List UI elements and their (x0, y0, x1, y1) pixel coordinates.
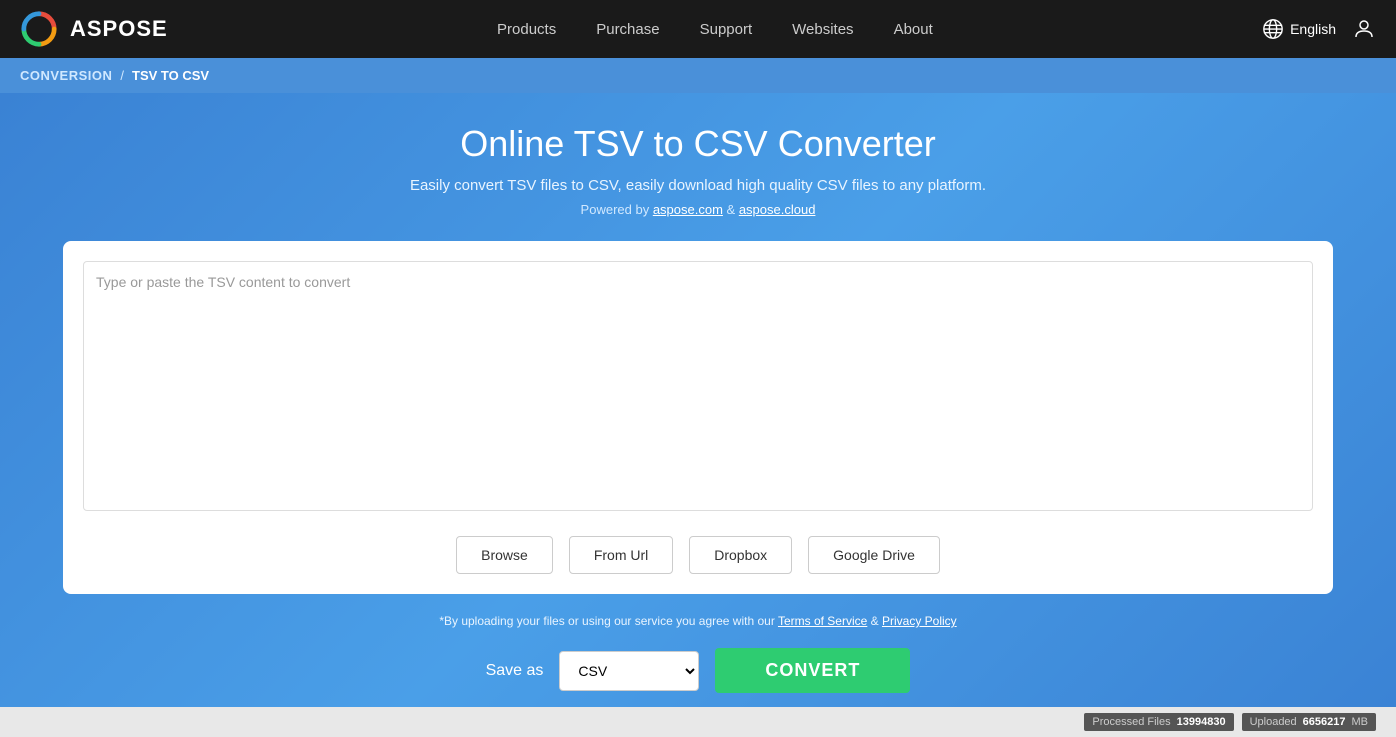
powered-by-prefix: Powered by (581, 202, 653, 217)
dropbox-button[interactable]: Dropbox (689, 536, 792, 574)
convert-button[interactable]: CONVERT (715, 648, 910, 693)
page-subtitle: Easily convert TSV files to CSV, easily … (20, 177, 1376, 194)
format-select[interactable]: CSV (559, 651, 699, 691)
header-right: English (1262, 17, 1376, 41)
terms-prefix: *By uploading your files or using our se… (439, 614, 778, 628)
uploaded-stat: Uploaded 6656217 MB (1242, 713, 1376, 731)
nav-websites[interactable]: Websites (792, 21, 853, 38)
language-selector[interactable]: English (1262, 18, 1336, 40)
uploaded-value: 6656217 (1303, 716, 1346, 728)
processed-value: 13994830 (1177, 716, 1226, 728)
save-as-row: Save as CSV CONVERT (20, 648, 1376, 693)
tsv-input[interactable] (83, 261, 1313, 511)
breadcrumb-separator: / (120, 68, 124, 83)
google-drive-button[interactable]: Google Drive (808, 536, 940, 574)
globe-icon (1262, 18, 1284, 40)
main-content: Online TSV to CSV Converter Easily conve… (0, 93, 1396, 733)
browse-button[interactable]: Browse (456, 536, 553, 574)
powered-by-ampersand: & (723, 202, 739, 217)
upload-box: Browse From Url Dropbox Google Drive (63, 241, 1333, 594)
uploaded-label: Uploaded (1250, 716, 1297, 728)
footer-stats: Processed Files 13994830 Uploaded 665621… (0, 707, 1396, 737)
from-url-button[interactable]: From Url (569, 536, 673, 574)
aspose-logo-icon (20, 10, 58, 48)
upload-buttons: Browse From Url Dropbox Google Drive (83, 536, 1313, 574)
terms-ampersand: & (867, 614, 882, 628)
aspose-com-link[interactable]: aspose.com (653, 202, 723, 217)
logo-text: ASPOSE (70, 16, 168, 42)
header: ASPOSE Products Purchase Support Website… (0, 0, 1396, 58)
logo-area: ASPOSE (20, 10, 168, 48)
language-label: English (1290, 21, 1336, 37)
nav-purchase[interactable]: Purchase (596, 21, 659, 38)
processed-files-stat: Processed Files 13994830 (1084, 713, 1233, 731)
terms-text: *By uploading your files or using our se… (20, 614, 1376, 628)
privacy-policy-link[interactable]: Privacy Policy (882, 614, 957, 628)
breadcrumb: CONVERSION / TSV TO CSV (0, 58, 1396, 93)
processed-label: Processed Files (1092, 716, 1170, 728)
breadcrumb-conversion[interactable]: CONVERSION (20, 68, 112, 83)
powered-by: Powered by aspose.com & aspose.cloud (20, 202, 1376, 217)
user-icon[interactable] (1352, 17, 1376, 41)
main-nav: Products Purchase Support Websites About (168, 21, 1262, 38)
aspose-cloud-link[interactable]: aspose.cloud (739, 202, 816, 217)
uploaded-unit: MB (1352, 716, 1369, 728)
terms-of-service-link[interactable]: Terms of Service (778, 614, 867, 628)
nav-support[interactable]: Support (700, 21, 753, 38)
save-as-label: Save as (486, 662, 544, 680)
nav-products[interactable]: Products (497, 21, 556, 38)
nav-about[interactable]: About (894, 21, 933, 38)
breadcrumb-current: TSV TO CSV (132, 68, 209, 83)
page-title: Online TSV to CSV Converter (20, 123, 1376, 165)
